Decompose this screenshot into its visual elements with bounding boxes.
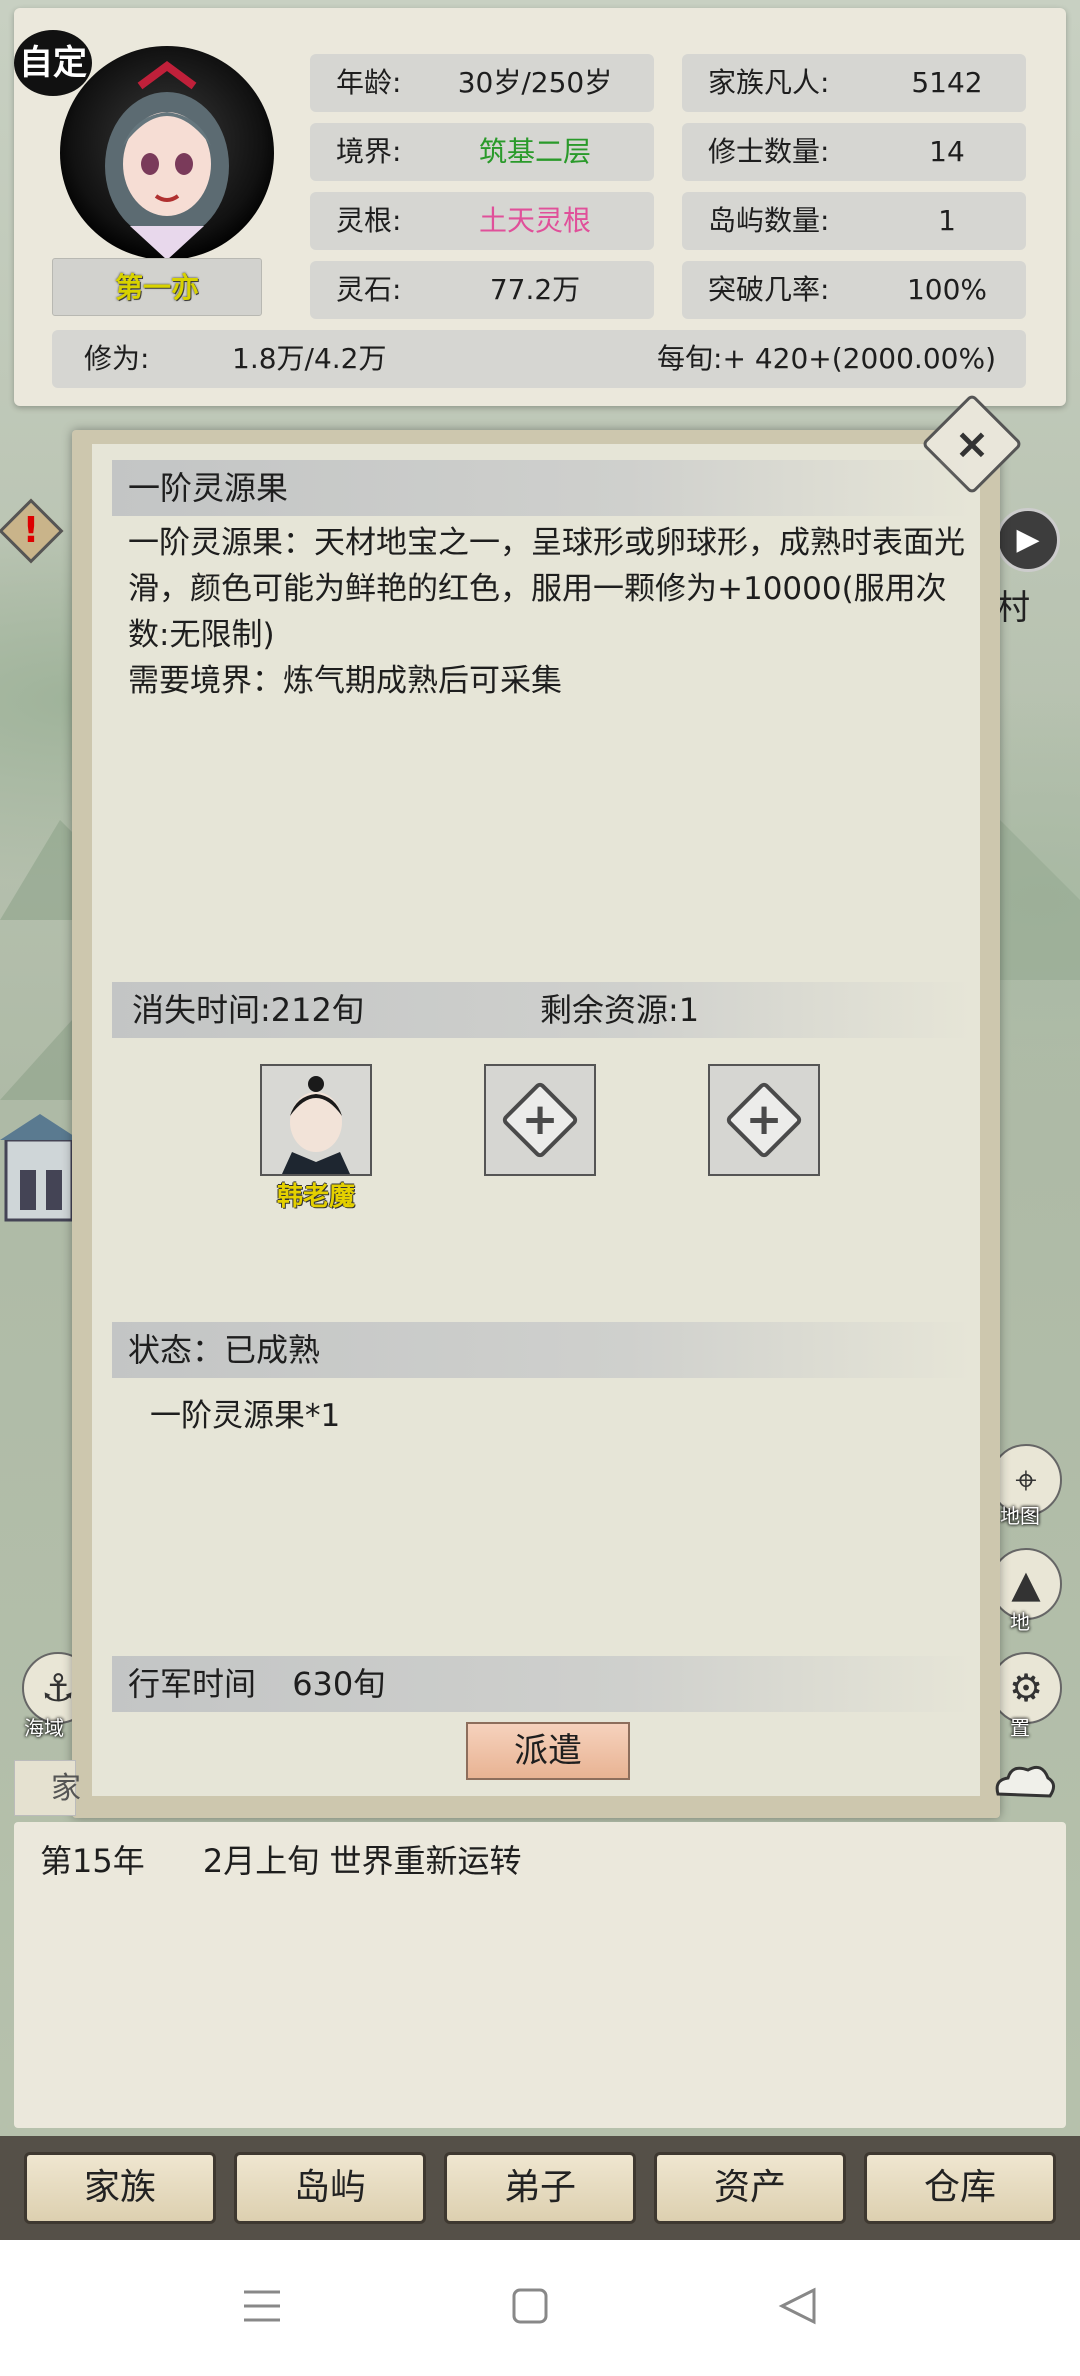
cultivation-stat: 修为: 1.8万/4.2万 每旬:+ 420+(2000.00%) xyxy=(52,330,1026,388)
map-label: 地图 xyxy=(1000,1504,1040,1528)
family-label: 家族凡人: xyxy=(708,66,830,99)
back-icon[interactable] xyxy=(776,2284,820,2328)
island-value: 1 xyxy=(938,204,956,237)
plus-icon: + xyxy=(745,1094,783,1145)
realm-label: 境界: xyxy=(336,135,402,168)
march-label: 行军时间 xyxy=(128,1665,257,1703)
nav-warehouse-button[interactable]: 仓库 xyxy=(864,2152,1056,2224)
remaining-resource: 剩余资源:1 xyxy=(540,991,700,1029)
age-stat: 年龄: 30岁/250岁 xyxy=(310,54,654,112)
hero-slot[interactable] xyxy=(260,1064,372,1176)
cultivator-label: 修士数量: xyxy=(708,135,830,168)
island-stat: 岛屿数量: 1 xyxy=(682,192,1026,250)
realm-value: 筑基二层 xyxy=(478,135,591,168)
item-description-block: 一阶灵源果：天材地宝之一，呈球形或卵球形，成熟时表面光滑，颜色可能为鲜艳的红色，… xyxy=(128,520,968,704)
realm-stat: 境界: 筑基二层 xyxy=(310,123,654,181)
log-entry: 第15年 2月上旬 世界重新运转 xyxy=(40,1836,521,1882)
nav-assets-button[interactable]: 资产 xyxy=(654,2152,846,2224)
nav-family-button[interactable]: 家族 xyxy=(24,2152,216,2224)
item-title: 一阶灵源果 xyxy=(112,460,972,516)
yield-item: 一阶灵源果*1 xyxy=(150,1398,341,1434)
dispatch-button[interactable]: 派遣 xyxy=(466,1722,630,1780)
character-name[interactable]: 第一亦 xyxy=(52,258,262,316)
spirit-stone-label: 灵石: xyxy=(336,273,402,306)
custom-badge[interactable]: 自定 xyxy=(14,30,92,96)
empty-slot-3[interactable]: + xyxy=(708,1064,820,1176)
march-value: 630旬 xyxy=(292,1665,386,1703)
land-label: 地 xyxy=(1010,1610,1030,1634)
plus-icon: + xyxy=(521,1094,559,1145)
cloud-icon[interactable] xyxy=(990,1758,1060,1808)
age-label: 年龄: xyxy=(336,66,402,99)
spirit-root-value: 土天灵根 xyxy=(478,204,591,237)
vanish-time: 消失时间:212旬 xyxy=(132,991,364,1029)
building-icon[interactable] xyxy=(0,1110,80,1250)
avatar[interactable] xyxy=(60,46,274,260)
cultivation-label: 修为: xyxy=(84,342,150,375)
age-value: 30岁/250岁 xyxy=(457,66,613,99)
spirit-stone-value: 77.2万 xyxy=(489,273,581,306)
family-stat: 家族凡人: 5142 xyxy=(682,54,1026,112)
item-requirement: 需要境界：炼气期成熟后可采集 xyxy=(128,663,562,699)
spirit-root-stat: 灵根: 土天灵根 xyxy=(310,192,654,250)
empty-slot-2[interactable]: + xyxy=(484,1064,596,1176)
cultivator-value: 14 xyxy=(929,135,965,168)
log-text: 2月上旬 世界重新运转 xyxy=(202,1842,522,1880)
cultivator-stat: 修士数量: 14 xyxy=(682,123,1026,181)
spirit-stone-stat: 灵石: 77.2万 xyxy=(310,261,654,319)
sea-label: 海域 xyxy=(24,1716,64,1740)
menu-icon[interactable] xyxy=(240,2284,284,2328)
family-value: 5142 xyxy=(911,66,983,99)
per-turn-gain: 每旬:+ 420+(2000.00%) xyxy=(657,342,996,375)
cultivation-value: 1.8万/4.2万 xyxy=(232,342,387,375)
nav-disciple-button[interactable]: 弟子 xyxy=(444,2152,636,2224)
resource-info-bar: 消失时间:212旬 剩余资源:1 xyxy=(112,982,972,1038)
settings-label: 置 xyxy=(1010,1716,1030,1740)
side-right-text: 村 xyxy=(996,588,1030,628)
home-icon[interactable] xyxy=(508,2284,552,2328)
log-year: 第15年 xyxy=(40,1842,145,1880)
item-description: 一阶灵源果：天材地宝之一，呈球形或卵球形，成熟时表面光滑，颜色可能为鲜艳的红色，… xyxy=(128,525,965,653)
breakthrough-value: 100% xyxy=(906,273,988,306)
march-time-bar: 行军时间 630旬 xyxy=(112,1656,972,1712)
play-icon[interactable]: ▶ xyxy=(996,508,1060,572)
status-bar: 状态：已成熟 xyxy=(112,1322,972,1378)
hero-name: 韩老魔 xyxy=(276,1182,355,1212)
breakthrough-stat: 突破几率: 100% xyxy=(682,261,1026,319)
breakthrough-label: 突破几率: xyxy=(708,273,830,306)
nav-island-button[interactable]: 岛屿 xyxy=(234,2152,426,2224)
hero-portrait xyxy=(262,1066,370,1174)
spirit-root-label: 灵根: xyxy=(336,204,402,237)
alert-mark: ! xyxy=(22,510,40,551)
island-label: 岛屿数量: xyxy=(708,204,830,237)
log-tab[interactable]: 家 xyxy=(14,1760,81,1816)
